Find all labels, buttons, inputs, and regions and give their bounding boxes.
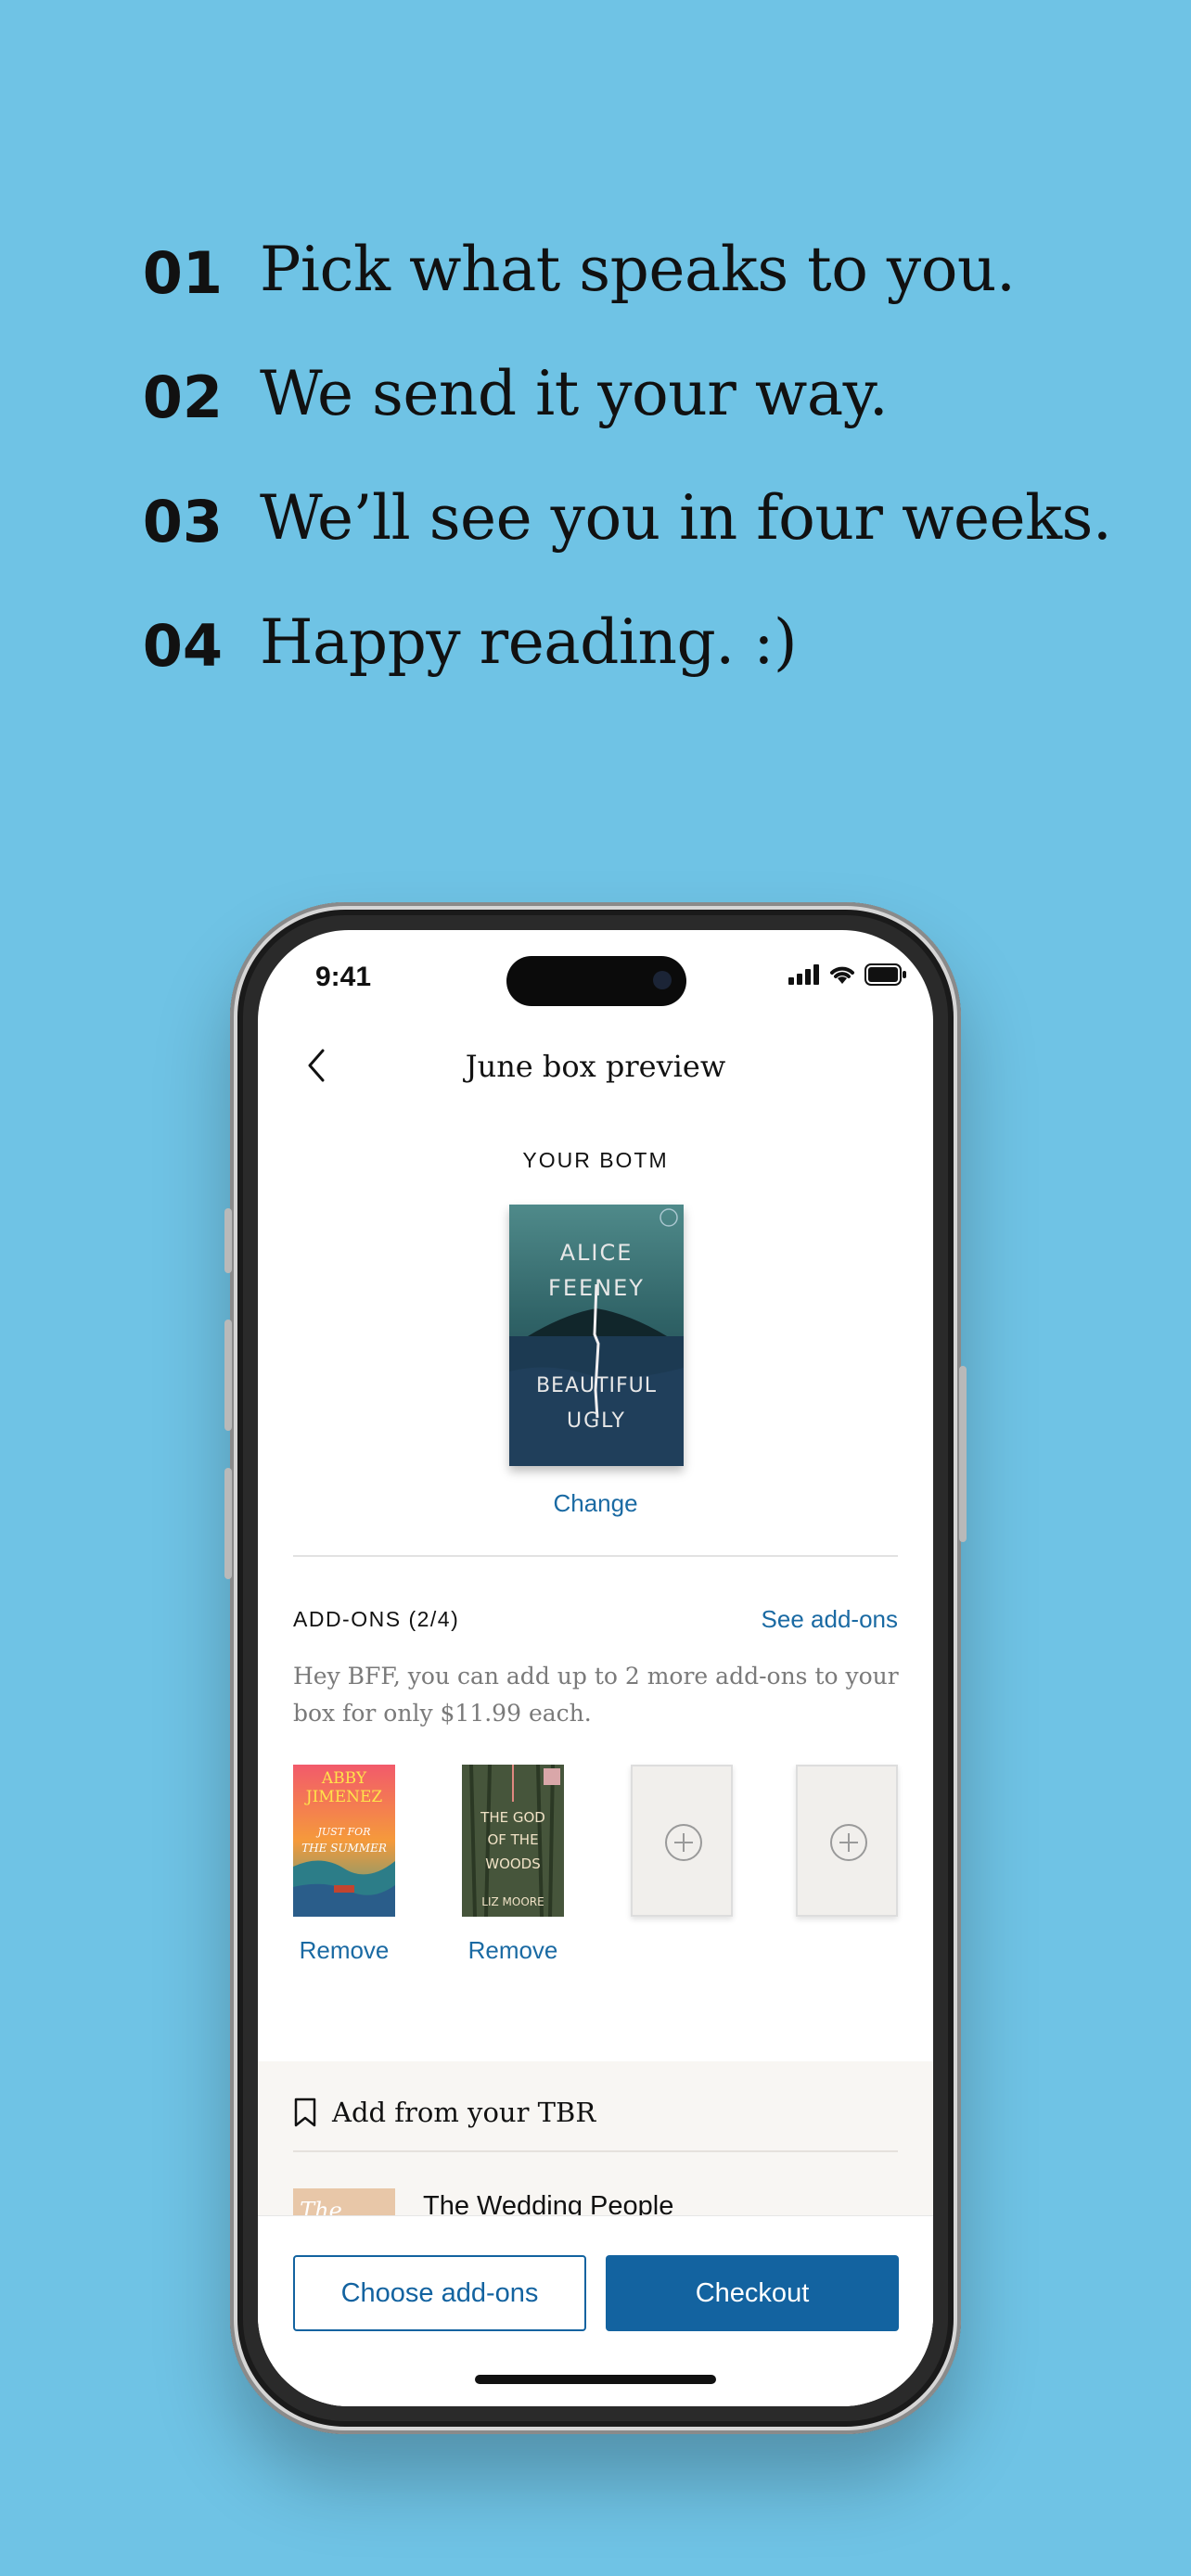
addon-cover-line: LIZ MOORE [481, 1895, 544, 1908]
cellular-signal-icon [788, 964, 819, 985]
step-number: 02 [142, 363, 223, 431]
addon-cover-line: JUST FOR [316, 1826, 371, 1838]
addon-cover-line: OF THE [487, 1831, 538, 1848]
addon-book-cover[interactable]: ABBY JIMENEZ JUST FOR THE SUMMER [293, 1765, 395, 1917]
section-divider [293, 1555, 898, 1557]
phone-side-button [959, 1366, 967, 1542]
step-item: 01 Pick what speaks to you. [0, 213, 1191, 315]
your-botm-label: YOUR BOTM [522, 1148, 669, 1172]
step-item: 03 We’ll see you in four weeks. [0, 462, 1191, 564]
addon-cover-line: ABBY [321, 1769, 367, 1788]
change-book-link[interactable]: Change [258, 1489, 933, 1518]
cover-title-line2: UGLY [567, 1409, 626, 1433]
cover-author-line1: ALICE [560, 1240, 634, 1266]
phone-side-button [224, 1468, 232, 1579]
addons-description: Hey BFF, you can add up to 2 more add-on… [293, 1663, 899, 1727]
step-item: 02 We send it your way. [0, 338, 1191, 440]
addons-heading: ADD-ONS (2/4) [293, 1607, 460, 1631]
checkout-button[interactable]: Checkout [606, 2255, 899, 2331]
wifi-icon [830, 966, 854, 984]
main-book-cover[interactable]: ALICE FEENEY BEAUTIFUL UGLY [509, 1205, 684, 1466]
empty-addon-slot[interactable] [631, 1765, 733, 1917]
bookmark-icon [294, 2098, 316, 2127]
addon-book-cover[interactable]: THE GOD OF THE WOODS LIZ MOORE [462, 1765, 564, 1917]
plus-circle-icon [830, 1824, 867, 1861]
addon-cover-line: THE GOD [480, 1809, 545, 1826]
addon-cover-line: WOODS [485, 1855, 541, 1872]
tbr-heading: Add from your TBR [332, 2097, 596, 2128]
dynamic-island [506, 956, 686, 1006]
page-title: June box preview [465, 1049, 726, 1084]
status-time: 9:41 [315, 962, 372, 992]
addon-cover-line: THE SUMMER [301, 1842, 387, 1855]
remove-addon-button[interactable]: Remove [279, 1936, 409, 1965]
step-number: 04 [142, 612, 223, 680]
step-item: 04 Happy reading. :) [0, 586, 1191, 688]
step-text: We send it your way. [260, 358, 889, 429]
nav-bar: June box preview [258, 1023, 933, 1106]
plus-circle-icon [665, 1824, 702, 1861]
tbr-divider [293, 2150, 898, 2152]
empty-addon-slot[interactable] [796, 1765, 898, 1917]
phone-screen: 9:41 June box preview YOUR BOTM ALICE FE… [258, 930, 933, 2406]
home-indicator[interactable] [475, 2375, 716, 2384]
cover-author-line2: FEENEY [548, 1275, 645, 1301]
battery-icon [864, 963, 906, 986]
phone-side-button [224, 1320, 232, 1431]
camera-lens [653, 971, 672, 989]
step-text: Pick what speaks to you. [260, 234, 1016, 305]
cover-title-line1: BEAUTIFUL [536, 1374, 657, 1397]
choose-addons-button[interactable]: Choose add-ons [293, 2255, 586, 2331]
see-addons-link[interactable]: See add-ons [762, 1605, 898, 1634]
step-number: 01 [142, 239, 223, 307]
tbr-header: Add from your TBR [293, 2097, 596, 2128]
remove-addon-button[interactable]: Remove [448, 1936, 578, 1965]
step-text: We’ll see you in four weeks. [260, 482, 1112, 554]
step-text: Happy reading. :) [260, 606, 798, 678]
status-icons [788, 963, 907, 986]
step-number: 03 [142, 488, 223, 555]
phone-frame: 9:41 June box preview YOUR BOTM ALICE FE… [224, 902, 967, 2434]
addon-cover-line: JIMENEZ [304, 1788, 383, 1806]
phone-side-button [224, 1208, 232, 1273]
